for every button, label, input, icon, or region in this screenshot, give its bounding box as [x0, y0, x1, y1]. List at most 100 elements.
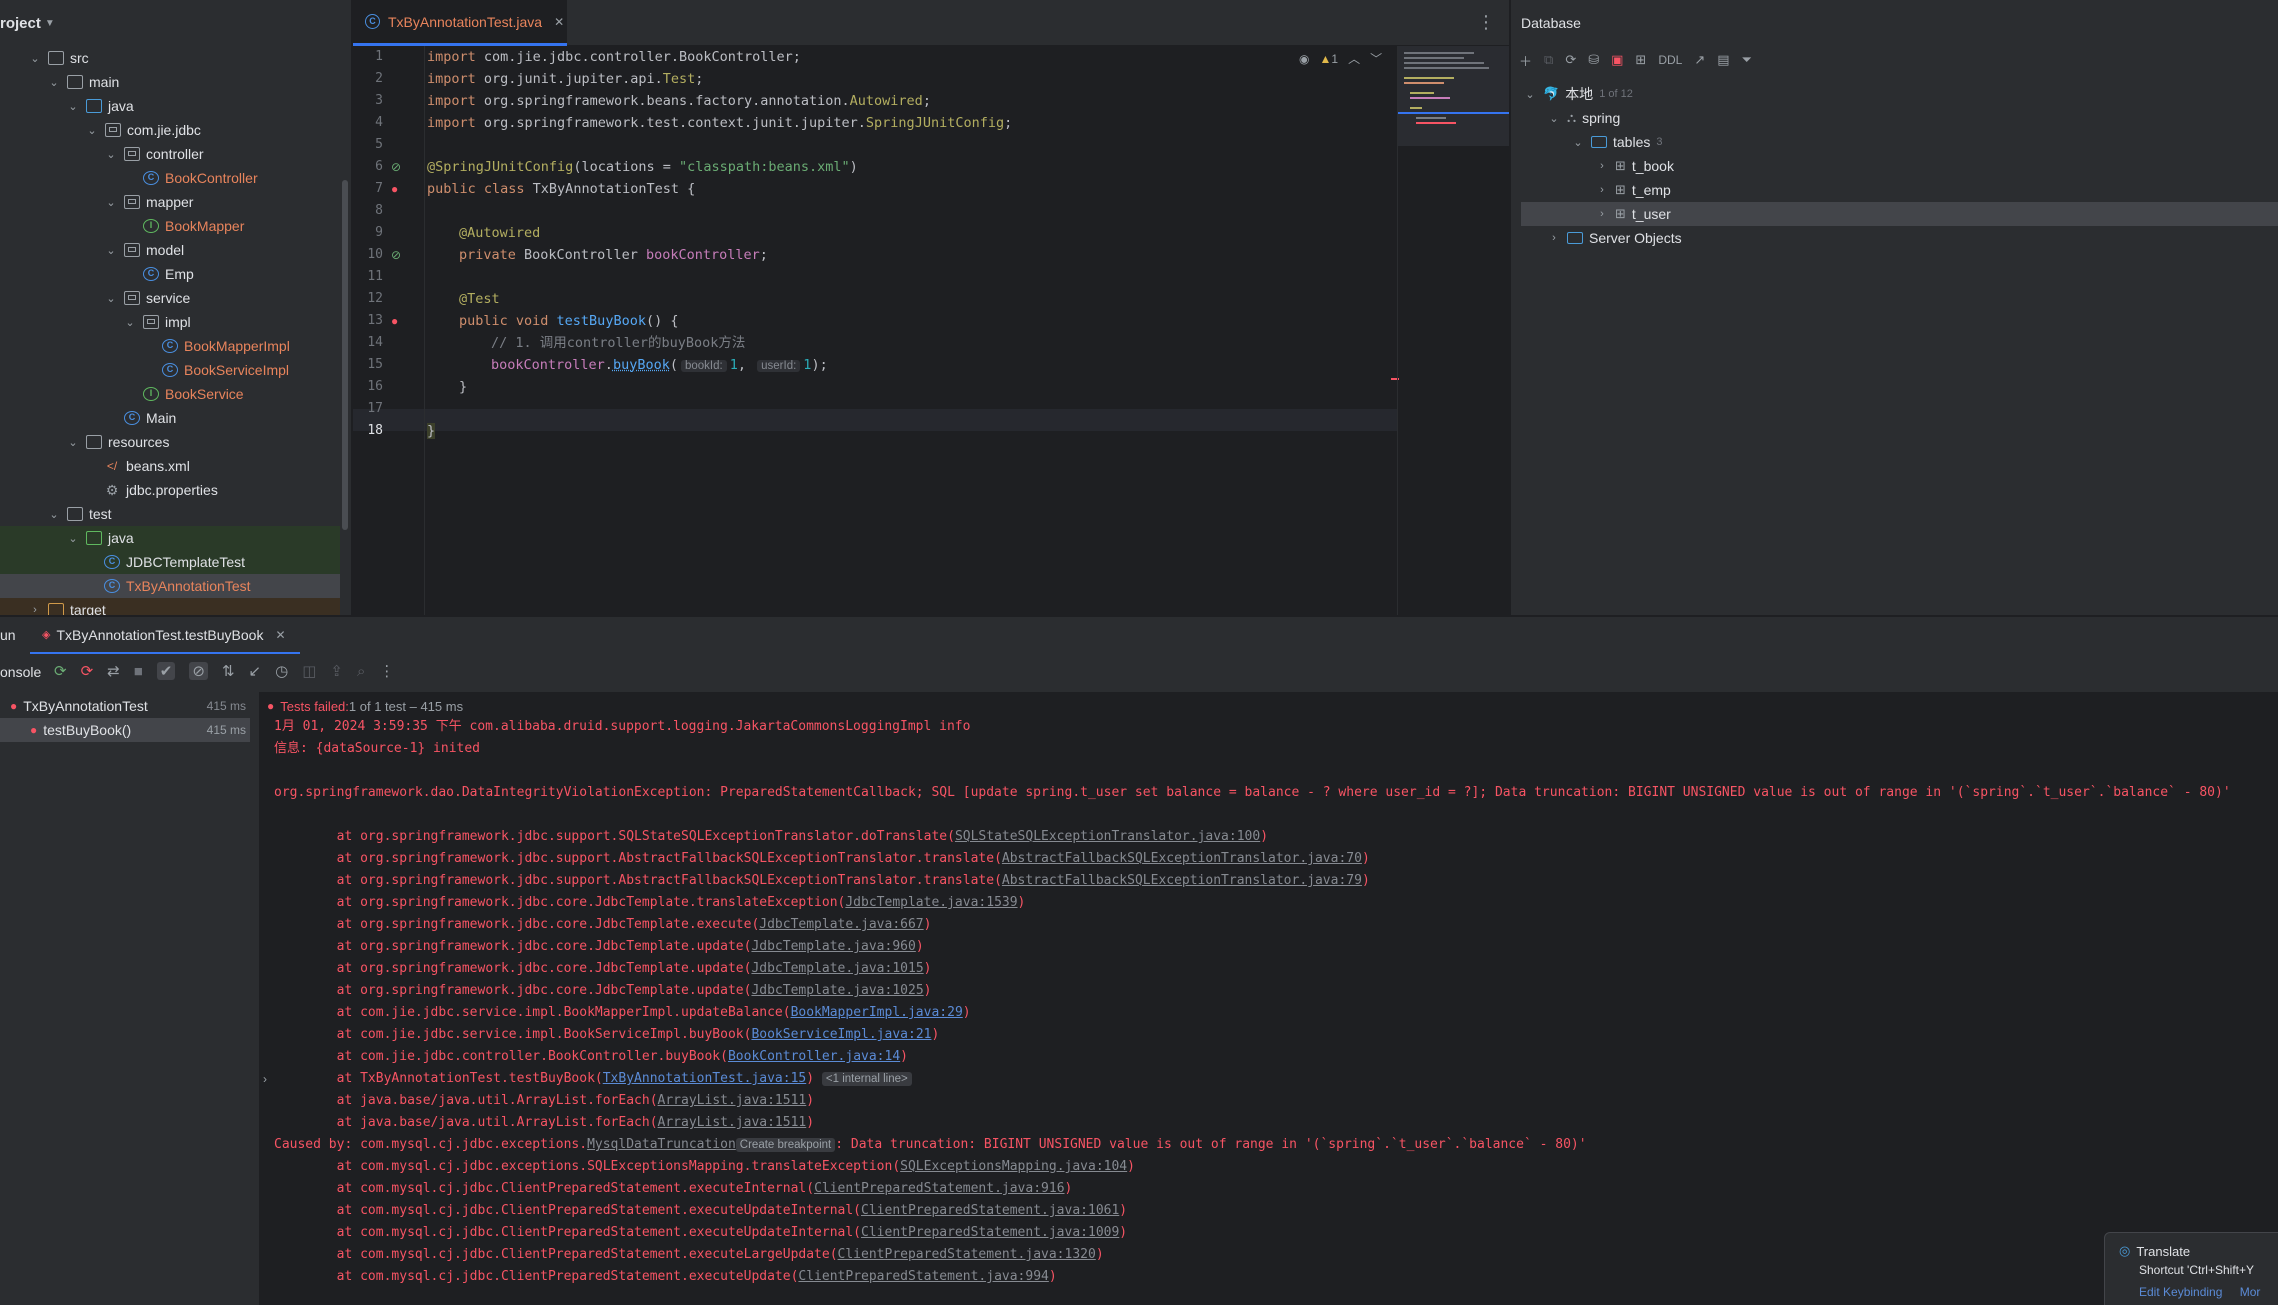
chevron-down-icon[interactable]: ⌄ — [66, 99, 80, 113]
show-passed-icon[interactable]: ✔ — [156, 662, 176, 680]
stack-link[interactable]: AbstractFallbackSQLExceptionTranslator.j… — [1002, 851, 1362, 866]
chevron-down-icon[interactable]: ⌄ — [47, 507, 61, 521]
chevron-down-icon[interactable]: ⌄ — [1571, 136, 1585, 149]
translate-popup[interactable]: ◎ Translate Shortcut 'Ctrl+Shift+Y Edit … — [2104, 1232, 2278, 1305]
db-tree-root[interactable]: ⌄ 🐬 本地 1 of 12 — [1523, 82, 1632, 106]
project-scrollbar[interactable] — [342, 180, 348, 530]
tree-item-test[interactable]: ⌄ test — [0, 502, 340, 526]
copy-icon[interactable]: ⧉ — [1544, 52, 1553, 68]
chevron-right-icon[interactable]: › — [1595, 160, 1609, 172]
import-tests-icon[interactable]: ↙ — [249, 662, 262, 680]
stack-link[interactable]: BookMapperImpl.java:29 — [791, 1005, 963, 1020]
show-ignored-icon[interactable]: ⊘ — [189, 662, 208, 680]
chevron-down-icon[interactable]: ⌄ — [104, 147, 118, 161]
chevron-down-icon[interactable]: ⌄ — [1523, 88, 1537, 101]
datasource-properties-icon[interactable]: ⛁ — [1588, 52, 1599, 68]
stack-link[interactable]: TxByAnnotationTest.java:15 — [603, 1071, 807, 1086]
chevron-down-icon[interactable]: ﹀ — [1370, 50, 1382, 67]
stack-link[interactable]: SQLExceptionsMapping.java:104 — [900, 1159, 1127, 1174]
disconnect-icon[interactable]: ▣ — [1611, 52, 1623, 68]
edit-keybinding-link[interactable]: Edit Keybinding — [2139, 1285, 2222, 1299]
run-tab-testbuybook[interactable]: ◈ TxByAnnotationTest.testBuyBook ✕ — [30, 617, 300, 655]
autowired-icon[interactable]: ⊘ — [391, 248, 401, 262]
tree-item-service[interactable]: ⌄ service — [0, 286, 340, 310]
db-tree-tables[interactable]: ⌄ tables 3 — [1571, 130, 1662, 154]
tree-item-src[interactable]: ⌄ src — [0, 46, 340, 70]
db-tree-table-t-emp[interactable]: › ⊞ t_emp — [1595, 178, 1671, 202]
tree-item-jdbctemplatetest[interactable]: C JDBCTemplateTest — [0, 550, 340, 574]
ddl-button[interactable]: DDL — [1658, 53, 1682, 67]
db-tree-server-objects[interactable]: › Server Objects — [1547, 226, 1681, 250]
chevron-down-icon[interactable]: ⌄ — [123, 315, 137, 329]
search-icon[interactable]: ⌕ — [357, 663, 365, 680]
exception-class-link[interactable]: MysqlDataTruncation — [587, 1137, 736, 1152]
more-icon[interactable]: ⋮ — [379, 662, 394, 680]
stack-link[interactable]: ClientPreparedStatement.java:916 — [814, 1181, 1064, 1196]
tree-item-main-class[interactable]: C Main — [0, 406, 340, 430]
stack-link[interactable]: AbstractFallbackSQLExceptionTranslator.j… — [1002, 873, 1362, 888]
tree-item-resources[interactable]: ⌄ resources — [0, 430, 340, 454]
more-icon[interactable]: ⋮ — [1477, 12, 1495, 33]
stack-link[interactable]: BookServiceImpl.java:21 — [751, 1027, 931, 1042]
stack-link[interactable]: JdbcTemplate.java:1539 — [845, 895, 1017, 910]
reader-mode-icon[interactable]: ◉ — [1299, 52, 1309, 66]
rerun-failed-icon[interactable]: ⟳ — [81, 662, 94, 680]
db-tree-table-t-book[interactable]: › ⊞ t_book — [1595, 154, 1674, 178]
tree-item-jdbc-properties[interactable]: ⚙ jdbc.properties — [0, 478, 340, 502]
console-icon[interactable]: ▤ — [1717, 52, 1729, 68]
stack-link[interactable]: JdbcTemplate.java:1015 — [751, 961, 923, 976]
chevron-right-icon[interactable]: › — [28, 603, 42, 615]
inspection-widget[interactable]: ◉ ▲1 ︿ ﹀ — [1299, 50, 1382, 67]
chevron-down-icon[interactable]: ⌄ — [104, 291, 118, 305]
run-test-icon[interactable]: ● — [391, 182, 398, 196]
tree-item-bookmapperimpl[interactable]: C BookMapperImpl — [0, 334, 340, 358]
chevron-down-icon[interactable]: ⌄ — [66, 531, 80, 545]
chevron-right-icon[interactable]: › — [1547, 232, 1561, 244]
stack-link[interactable]: JdbcTemplate.java:1025 — [751, 983, 923, 998]
chevron-down-icon[interactable]: ⌄ — [104, 243, 118, 257]
table-icon[interactable]: ⊞ — [1635, 52, 1646, 68]
stack-link[interactable]: ArrayList.java:1511 — [658, 1115, 807, 1130]
tree-item-model[interactable]: ⌄ model — [0, 238, 340, 262]
run-test-icon[interactable]: ● — [391, 314, 398, 328]
console-output[interactable]: ● Tests failed: 1 of 1 test – 415 ms 1月 … — [261, 692, 2278, 1305]
tree-item-bookservice[interactable]: I BookService — [0, 382, 340, 406]
sort-icon[interactable]: ⇅ — [222, 662, 235, 680]
stop-icon[interactable]: ■ — [134, 663, 143, 680]
close-icon[interactable]: ✕ — [275, 628, 285, 642]
tab-txbyannotationtest[interactable]: C TxByAnnotationTest.java ✕ — [353, 0, 567, 46]
jump-to-source-icon[interactable]: ↗ — [1694, 52, 1705, 68]
chevron-down-icon[interactable]: ⌄ — [47, 75, 61, 89]
chevron-down-icon[interactable]: ▼ — [45, 18, 55, 29]
stack-link[interactable]: ArrayList.java:1511 — [658, 1093, 807, 1108]
tree-item-bookserviceimpl[interactable]: C BookServiceImpl — [0, 358, 340, 382]
warning-indicator[interactable]: ▲1 — [1319, 52, 1338, 66]
test-suite-row[interactable]: ● TxByAnnotationTest 415 ms — [0, 694, 250, 718]
spring-bean-icon[interactable]: ⊘ — [391, 160, 401, 174]
tree-item-beans-xml[interactable]: </ beans.xml — [0, 454, 340, 478]
stack-link[interactable]: JdbcTemplate.java:667 — [759, 917, 923, 932]
chevron-right-icon[interactable]: › — [1595, 208, 1609, 220]
rerun-icon[interactable]: ⟳ — [54, 662, 67, 680]
toggle-auto-test-icon[interactable]: ⇄ — [107, 662, 120, 680]
refresh-icon[interactable]: ⟳ — [1565, 52, 1576, 68]
project-header[interactable]: roject ▼ — [0, 0, 351, 46]
chevron-down-icon[interactable]: ⌄ — [1547, 112, 1561, 125]
export-icon[interactable]: ⇪ — [330, 662, 343, 680]
tree-item-target[interactable]: › target — [0, 598, 340, 615]
tree-item-bookmapper[interactable]: I BookMapper — [0, 214, 340, 238]
more-link[interactable]: Mor — [2240, 1285, 2261, 1299]
tree-item-test-java[interactable]: ⌄ java — [0, 526, 340, 550]
stack-link[interactable]: JdbcTemplate.java:960 — [751, 939, 915, 954]
filter-icon[interactable]: ⏷ — [1742, 52, 1752, 68]
close-icon[interactable]: ✕ — [554, 15, 564, 29]
folded-lines-chip[interactable]: <1 internal line> — [821, 1072, 912, 1086]
expand-chevron-icon[interactable]: › — [263, 1068, 267, 1090]
tree-item-java[interactable]: ⌄ java — [0, 94, 340, 118]
tree-item-txbyannotationtest[interactable]: C TxByAnnotationTest — [0, 574, 340, 598]
chevron-down-icon[interactable]: ⌄ — [104, 195, 118, 209]
db-tree-schema[interactable]: ⌄ ⛬ spring — [1547, 106, 1620, 130]
tree-item-mapper[interactable]: ⌄ mapper — [0, 190, 340, 214]
stack-link[interactable]: SQLStateSQLExceptionTranslator.java:100 — [955, 829, 1260, 844]
db-tree-table-t-user[interactable]: › ⊞ t_user — [1595, 202, 1671, 226]
